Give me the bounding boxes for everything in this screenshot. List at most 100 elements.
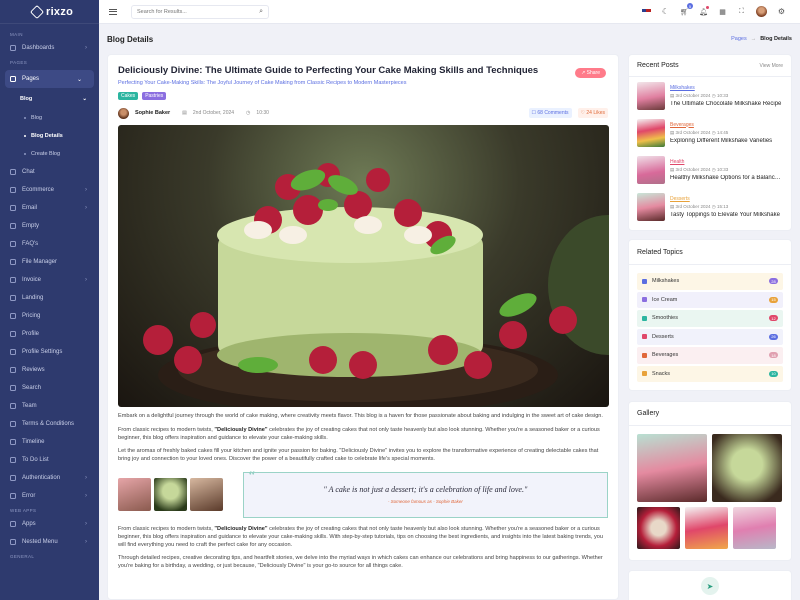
sidebar-item-empty[interactable]: Empty bbox=[0, 217, 99, 235]
sidebar-item-profile[interactable]: Profile bbox=[0, 325, 99, 343]
sidebar-item-authentication[interactable]: Authentication › bbox=[0, 469, 99, 487]
recent-post-title[interactable]: Tasty Toppings to Elevate Your Milkshake bbox=[670, 212, 783, 218]
fullscreen-icon[interactable]: ⛶ bbox=[737, 7, 746, 16]
recent-post-thumbnail bbox=[637, 155, 665, 184]
user-avatar[interactable] bbox=[756, 6, 767, 17]
sidebar-item-apps[interactable]: Apps › bbox=[0, 515, 99, 533]
cart-icon[interactable]: 🛒︎ 5 bbox=[680, 3, 693, 16]
app-name: rixzo bbox=[46, 5, 74, 18]
topic-icon bbox=[642, 334, 647, 340]
author-name[interactable]: Sophie Baker bbox=[135, 110, 170, 116]
recent-post-thumbnail bbox=[637, 118, 665, 147]
date-text: 3rd October 2024 bbox=[675, 203, 711, 209]
tag-pastries[interactable]: Pastries bbox=[142, 92, 167, 100]
view-more-link[interactable]: View More bbox=[759, 63, 783, 69]
recent-post-item[interactable]: Beverages ▤ 3rd October 2024 ◷ 14:45 Explo… bbox=[629, 114, 791, 151]
sidebar-item-chat[interactable]: Chat bbox=[0, 163, 99, 181]
sidebar: rixzo MAIN Dashboards › PAGES Pages ⌄ Bl… bbox=[0, 0, 99, 600]
sidebar-item-blog[interactable]: Blog ⌄ bbox=[0, 90, 99, 109]
cart-badge: 5 bbox=[687, 3, 693, 9]
recent-post-title[interactable]: Healthy Milkshake Options for a Balanced… bbox=[670, 175, 783, 181]
app-logo[interactable]: rixzo bbox=[0, 0, 99, 24]
sidebar-item-landing[interactable]: Landing bbox=[0, 289, 99, 307]
dark-mode-moon-icon[interactable]: ☾ bbox=[661, 7, 670, 16]
thumbnail-image[interactable] bbox=[118, 478, 151, 512]
sidebar-item-blog-list[interactable]: Blog bbox=[0, 109, 99, 127]
related-topic-item[interactable]: Ice Cream 15 bbox=[637, 291, 783, 308]
search-input[interactable] bbox=[137, 8, 247, 15]
gallery-quote-row: “ " A cake is not just a dessert; it's a… bbox=[118, 469, 608, 518]
sidebar-item-terms-conditions[interactable]: Terms & Conditions bbox=[0, 415, 99, 433]
sidebar-item-ecommerce[interactable]: Ecommerce › bbox=[0, 181, 99, 199]
related-topic-item[interactable]: Desserts 26 bbox=[637, 328, 783, 345]
search-icon[interactable]: ⌕ bbox=[259, 8, 263, 16]
settings-gear-icon[interactable]: ⚙ bbox=[777, 7, 786, 16]
share-label: Share bbox=[586, 70, 600, 76]
sidebar-item-to-do-list[interactable]: To Do List bbox=[0, 451, 99, 469]
notification-bell-icon[interactable]: 🔔︎ bbox=[699, 6, 709, 16]
calendar-icon: ▤ bbox=[182, 110, 187, 116]
related-topic-item[interactable]: Beverages 18 bbox=[637, 347, 783, 364]
gallery-image[interactable] bbox=[712, 434, 782, 502]
gallery-image[interactable] bbox=[637, 507, 680, 549]
sidebar-item-pages[interactable]: Pages ⌄ bbox=[5, 70, 94, 88]
related-topic-item[interactable]: Milkshakes 28 bbox=[637, 273, 783, 290]
sidebar-item-blog-details[interactable]: Blog Details bbox=[0, 127, 99, 145]
recent-post-title[interactable]: The Ultimate Chocolate Milkshake Recipe bbox=[670, 101, 783, 107]
blockquote: “ " A cake is not just a dessert; it's a… bbox=[242, 469, 608, 518]
sidebar-item-timeline[interactable]: Timeline bbox=[0, 433, 99, 451]
timeline-icon bbox=[10, 439, 16, 446]
chevron-right-icon: › bbox=[85, 187, 87, 194]
sidebar-item-dashboards[interactable]: Dashboards › bbox=[0, 39, 99, 57]
paragraph-text: From classic recipes to modern twists, bbox=[118, 426, 215, 433]
page-header: Blog Details Pages → Blog Details bbox=[99, 24, 800, 54]
sidebar-item-label: Search bbox=[22, 385, 42, 392]
gallery-image[interactable] bbox=[685, 507, 728, 549]
recent-posts-card: Recent Posts View More Milkshakes ▤ 3rd O… bbox=[628, 54, 792, 231]
recent-post-item[interactable]: Desserts ▤ 3rd October 2024 ◷ 15:13 Tasty … bbox=[629, 188, 791, 225]
hero-cake-image bbox=[118, 125, 609, 407]
sidebar-item-reviews[interactable]: Reviews bbox=[0, 361, 99, 379]
language-flag-icon[interactable] bbox=[642, 7, 651, 16]
recent-post-item[interactable]: Milkshakes ▤ 3rd October 2024 ◷ 10:33 The … bbox=[629, 77, 791, 114]
sidebar-item-create-blog[interactable]: Create Blog bbox=[0, 145, 99, 163]
sidebar-item-label: Profile Settings bbox=[22, 349, 63, 356]
tag-cakes[interactable]: Cakes bbox=[118, 92, 139, 100]
send-icon[interactable]: ➤ bbox=[701, 577, 719, 595]
sidebar-item-nested-menu[interactable]: Nested Menu › bbox=[0, 533, 99, 551]
quote-author: - Someone famous as - Sophie Baker bbox=[387, 499, 463, 505]
share-button[interactable]: ↗ Share bbox=[575, 68, 606, 78]
related-topic-item[interactable]: Smoothies 12 bbox=[637, 310, 783, 327]
related-topic-item[interactable]: Snacks 10 bbox=[637, 365, 783, 382]
sidebar-item-error[interactable]: Error › bbox=[0, 487, 99, 505]
gallery-image[interactable] bbox=[733, 507, 776, 549]
sidebar-item-profile-settings[interactable]: Profile Settings bbox=[0, 343, 99, 361]
thumbnail-image[interactable] bbox=[153, 478, 187, 512]
breadcrumb-link-pages[interactable]: Pages bbox=[731, 36, 747, 42]
topic-label: Beverages bbox=[652, 352, 679, 359]
hamburger-menu-icon[interactable] bbox=[109, 8, 117, 15]
likes-label: 24 Likes bbox=[586, 110, 605, 116]
recent-post-category[interactable]: Desserts bbox=[670, 196, 783, 202]
recent-post-title[interactable]: Exploring Different Milkshake Varieties bbox=[670, 138, 783, 144]
sidebar-item-label: Pages bbox=[22, 76, 40, 82]
sidebar-item-search[interactable]: Search bbox=[0, 379, 99, 397]
comments-count[interactable]: ☐ 68 Comments bbox=[528, 108, 572, 118]
sidebar-item-faq-s[interactable]: FAQ's bbox=[0, 235, 99, 253]
sidebar-item-pricing[interactable]: Pricing bbox=[0, 307, 99, 325]
star-icon bbox=[10, 367, 16, 374]
sidebar-item-label: Blog Details bbox=[31, 132, 63, 139]
sidebar-item-email[interactable]: Email › bbox=[0, 199, 99, 217]
sidebar-item-file-manager[interactable]: File Manager bbox=[0, 253, 99, 271]
recent-post-item[interactable]: Health ▤ 3rd October 2024 ◷ 10:33 Healthy … bbox=[629, 151, 791, 188]
apps-grid-icon[interactable]: ▦ bbox=[718, 7, 727, 16]
recent-post-category[interactable]: Health bbox=[670, 159, 783, 165]
gallery-image[interactable] bbox=[637, 434, 707, 502]
recent-post-category[interactable]: Milkshakes bbox=[670, 85, 783, 91]
recent-post-category[interactable]: Beverages bbox=[670, 122, 783, 128]
likes-count[interactable]: ♡ 24 Likes bbox=[577, 108, 608, 118]
sidebar-item-label: Chat bbox=[22, 169, 35, 176]
sidebar-item-team[interactable]: Team bbox=[0, 397, 99, 415]
sidebar-item-invoice[interactable]: Invoice › bbox=[0, 271, 99, 289]
thumbnail-image[interactable] bbox=[189, 478, 223, 512]
